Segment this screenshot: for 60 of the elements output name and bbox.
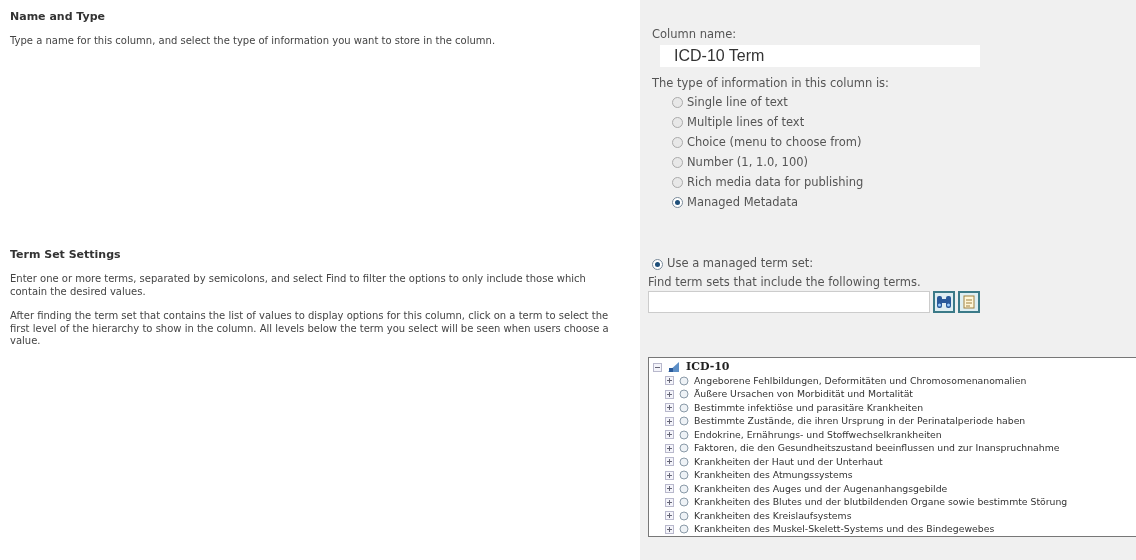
field-label: Column name: (652, 26, 738, 43)
binoculars-icon (936, 295, 952, 310)
find-button[interactable] (933, 291, 955, 314)
tree-item[interactable]: Krankheiten des Kreislaufsystems (694, 508, 852, 523)
term-icon (679, 429, 689, 440)
find-terms-field[interactable] (648, 291, 930, 314)
radio-option[interactable]: Choice (menu to choose from) (672, 132, 1136, 153)
radio-option[interactable]: Managed Metadata (672, 192, 1136, 213)
term-icon (679, 416, 689, 426)
tree-item[interactable]: ICD-10 (686, 358, 730, 376)
browse-button[interactable] (958, 291, 980, 314)
tree-item[interactable]: Angeborene Fehlbildungen, Deformitäten und Chromosomenanomalien (694, 373, 1027, 388)
column-name-field[interactable]: ICD-10 Term (660, 45, 980, 68)
section-description: Enter one or more terms, separated by semicolons, and select Find to filter the options to only include those which contain the desired values. (10, 273, 587, 299)
expand-icon[interactable] (665, 443, 674, 453)
term-icon (679, 510, 689, 521)
term-set-icon (667, 361, 681, 373)
expand-icon[interactable] (665, 484, 674, 493)
radio-option[interactable]: Use a managed term set: (652, 254, 1136, 274)
tree-item[interactable]: Äußere Ursachen von Morbidität und Mortalität (694, 387, 913, 401)
tree-item[interactable]: Krankheiten des Muskel-Skelett-Systems und des Bindegewebes (694, 522, 995, 536)
tree-item[interactable]: Faktoren, die den Gesundheitszustand beeinflussen und zur Inanspruchnahme (694, 441, 1060, 455)
term-icon (679, 375, 689, 386)
term-icon (679, 389, 689, 399)
tree-item[interactable]: Krankheiten des Atmungssystems (694, 468, 853, 482)
term-icon (679, 470, 689, 480)
tree-item[interactable]: Bestimmte Zustände, die ihren Ursprung in der Perinatalperiode haben (694, 414, 1026, 428)
tree-item[interactable]: Krankheiten des Blutes und der blutbildenden Organe sowie bestimmte Störung (694, 495, 1068, 509)
radio-option[interactable]: Multiple lines of text (672, 112, 1136, 133)
expand-icon[interactable] (665, 376, 674, 385)
tree-item[interactable]: Krankheiten des Auges und der Augenanhangsgebilde (694, 481, 948, 496)
document-icon (963, 295, 975, 310)
expand-icon[interactable] (665, 524, 674, 534)
term-icon (679, 524, 689, 534)
term-icon (679, 402, 689, 413)
radio-option[interactable]: Single line of text (672, 92, 1136, 113)
expand-icon[interactable] (665, 430, 674, 439)
section-description: After finding the term set that contains the list of values to display options for this column, click on a term to select the first level of the hierarchy to show in the column. All levels below the term you select will be seen when users choose a value. (10, 310, 610, 348)
expand-icon[interactable] (665, 457, 674, 466)
expand-icon[interactable] (665, 403, 674, 412)
expand-icon[interactable] (665, 389, 674, 399)
radio-option[interactable]: Number (1, 1.0, 100) (672, 152, 1136, 173)
term-icon (679, 497, 689, 507)
field-label: The type of information in this column is: (652, 75, 890, 93)
collapse-icon[interactable] (653, 362, 662, 372)
tree-item[interactable]: Endokrine, Ernährungs- und Stoffwechselkrankheiten (694, 427, 942, 442)
tree-item[interactable]: Krankheiten der Haut und der Unterhaut (694, 454, 883, 469)
tree-item[interactable]: Bestimmte infektiöse und parasitäre Krankheiten (694, 400, 924, 415)
section-title: Name and Type (10, 10, 107, 24)
expand-icon[interactable] (665, 497, 674, 507)
expand-icon[interactable] (665, 470, 674, 480)
radio-option[interactable]: Rich media data for publishing (672, 172, 1136, 193)
expand-icon[interactable] (665, 511, 674, 520)
field-label: Find term sets that include the following terms. (648, 274, 922, 291)
term-icon (679, 456, 689, 467)
term-icon (679, 443, 689, 453)
section-title: Term Set Settings (10, 248, 122, 262)
expand-icon[interactable] (665, 416, 674, 426)
term-icon (679, 483, 689, 494)
section-description: Type a name for this column, and select the type of information you want to store in the column. (10, 35, 497, 48)
